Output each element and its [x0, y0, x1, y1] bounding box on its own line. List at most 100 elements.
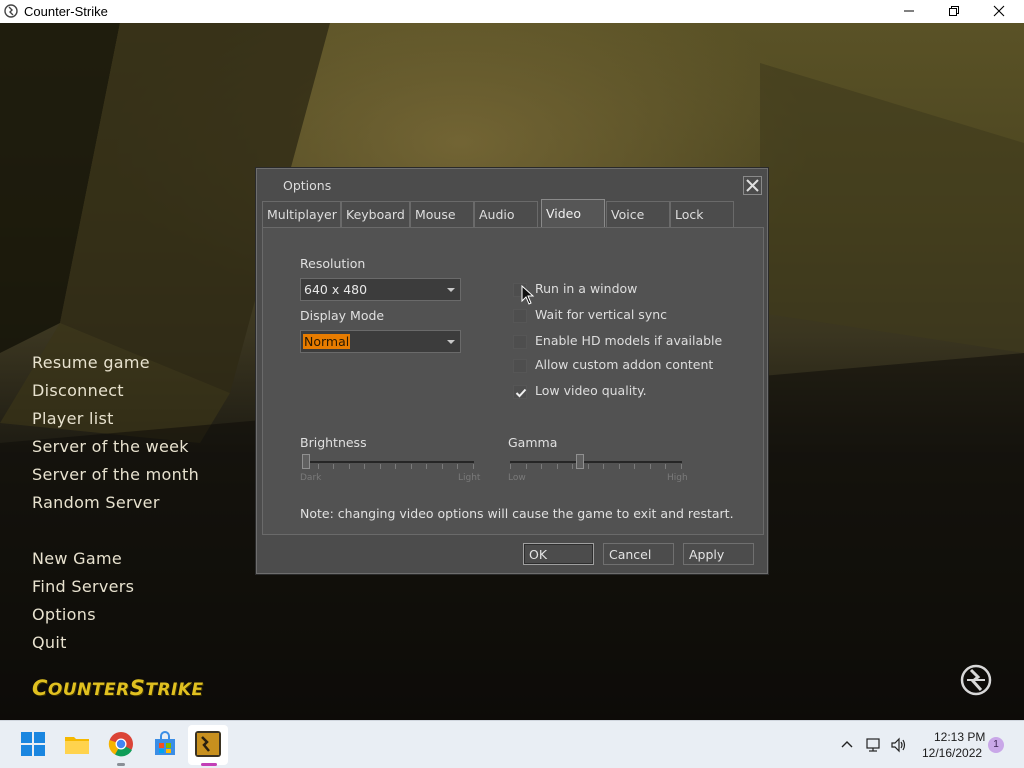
window-title: Counter-Strike — [24, 4, 108, 19]
brightness-slider-track[interactable] — [302, 461, 474, 463]
store-icon[interactable] — [152, 731, 178, 757]
brightness-slider-thumb[interactable] — [302, 454, 310, 469]
dialog-close-button[interactable] — [743, 176, 762, 195]
slider-tick — [650, 464, 651, 469]
slider-tick — [364, 464, 365, 469]
slider-tick — [526, 464, 527, 469]
mouse-cursor-icon — [521, 285, 535, 305]
tab-multiplayer[interactable]: Multiplayer — [262, 201, 341, 227]
gamma-slider-thumb[interactable] — [576, 454, 584, 469]
counter-strike-logo: COUNTERSTRIKE — [32, 676, 204, 700]
start-icon[interactable] — [20, 731, 46, 757]
close-icon — [746, 179, 759, 192]
window-titlebar: Counter-Strike — [0, 0, 1024, 23]
apply-button[interactable]: Apply — [683, 543, 754, 565]
slider-tick — [411, 464, 412, 469]
taskbar: 12:13 PM 12/16/2022 1 — [0, 720, 1024, 768]
tab-lock[interactable]: Lock — [670, 201, 734, 227]
network-icon[interactable] — [865, 736, 883, 754]
slider-tick — [395, 464, 396, 469]
run-in-window-label: Run in a window — [535, 281, 638, 296]
vertical-sync-label: Wait for vertical sync — [535, 307, 668, 322]
tab-audio[interactable]: Audio — [474, 201, 538, 227]
menu-new-game[interactable]: New Game — [32, 549, 122, 568]
slider-tick — [619, 464, 620, 469]
display-mode-dropdown[interactable]: Normal — [300, 330, 461, 353]
slider-tick — [457, 464, 458, 469]
menu-quit[interactable]: Quit — [32, 633, 67, 652]
menu-resume-game[interactable]: Resume game — [32, 353, 150, 372]
clock-time[interactable]: 12:13 PM — [934, 730, 985, 744]
chevron-up-icon[interactable] — [838, 736, 856, 754]
vertical-sync-checkbox[interactable] — [513, 309, 527, 323]
counter-strike-active-indicator — [201, 763, 217, 766]
slider-tick — [349, 464, 350, 469]
hd-models-checkbox[interactable] — [513, 335, 527, 349]
gamma-max-label: High — [667, 473, 688, 483]
cancel-button[interactable]: Cancel — [603, 543, 674, 565]
notification-badge[interactable]: 1 — [988, 737, 1004, 753]
maximize-button[interactable] — [931, 0, 977, 23]
brightness-label: Brightness — [300, 435, 367, 450]
hd-models-label: Enable HD models if available — [535, 333, 723, 348]
chrome-icon[interactable] — [108, 731, 134, 757]
slider-tick — [665, 464, 666, 469]
counter-strike-emblem-icon — [960, 664, 992, 696]
brightness-max-label: Light — [458, 473, 481, 483]
chevron-down-icon — [447, 288, 455, 292]
slider-tick — [510, 464, 511, 469]
slider-tick — [333, 464, 334, 469]
restore-icon — [949, 6, 959, 16]
video-settings-panel — [262, 227, 764, 535]
custom-addon-checkbox[interactable] — [513, 359, 527, 373]
slider-tick — [588, 464, 589, 469]
slider-tick — [442, 464, 443, 469]
tab-keyboard[interactable]: Keyboard — [341, 201, 410, 227]
resolution-value: 640 x 480 — [304, 282, 368, 297]
close-window-button[interactable] — [976, 0, 1022, 23]
resolution-label: Resolution — [300, 256, 366, 271]
slider-tick — [557, 464, 558, 469]
minimize-button[interactable] — [886, 0, 932, 23]
close-icon — [993, 5, 1005, 17]
menu-random-server[interactable]: Random Server — [32, 493, 160, 512]
slider-tick — [541, 464, 542, 469]
slider-tick — [380, 464, 381, 469]
slider-tick — [572, 464, 573, 469]
slider-tick — [318, 464, 319, 469]
file-explorer-icon[interactable] — [64, 731, 90, 757]
volume-icon[interactable] — [890, 736, 908, 754]
slider-tick — [634, 464, 635, 469]
chevron-down-icon — [447, 340, 455, 344]
clock-date[interactable]: 12/16/2022 — [922, 746, 982, 760]
gamma-label: Gamma — [508, 435, 558, 450]
menu-options[interactable]: Options — [32, 605, 96, 624]
slider-tick — [426, 464, 427, 469]
ok-button[interactable]: OK — [523, 543, 594, 565]
low-video-quality-checkbox[interactable] — [513, 385, 527, 399]
slider-tick — [473, 464, 474, 469]
counter-strike-app-icon — [4, 4, 18, 18]
dialog-title: Options — [283, 178, 332, 193]
menu-find-servers[interactable]: Find Servers — [32, 577, 134, 596]
counter-strike-icon[interactable] — [195, 731, 221, 757]
checkmark-icon — [515, 388, 527, 398]
options-dialog: Options Multiplayer Keyboard Mouse Audio… — [256, 168, 768, 574]
menu-server-of-the-month[interactable]: Server of the month — [32, 465, 199, 484]
menu-server-of-the-week[interactable]: Server of the week — [32, 437, 189, 456]
tab-voice[interactable]: Voice — [606, 201, 670, 227]
display-mode-label: Display Mode — [300, 308, 385, 323]
chrome-running-indicator — [117, 763, 125, 766]
gamma-slider-track[interactable] — [510, 461, 682, 463]
restart-note: Note: changing video options will cause … — [300, 506, 734, 521]
resolution-dropdown[interactable]: 640 x 480 — [300, 278, 461, 301]
menu-player-list[interactable]: Player list — [32, 409, 114, 428]
menu-disconnect[interactable]: Disconnect — [32, 381, 124, 400]
tab-mouse[interactable]: Mouse — [410, 201, 474, 227]
options-tabs: Multiplayer Keyboard Mouse Audio Video V… — [262, 199, 764, 228]
low-video-quality-label: Low video quality. — [535, 383, 647, 398]
tab-video[interactable]: Video — [541, 199, 605, 228]
display-mode-value: Normal — [303, 334, 351, 349]
slider-tick — [681, 464, 682, 469]
gamma-min-label: Low — [508, 473, 526, 483]
